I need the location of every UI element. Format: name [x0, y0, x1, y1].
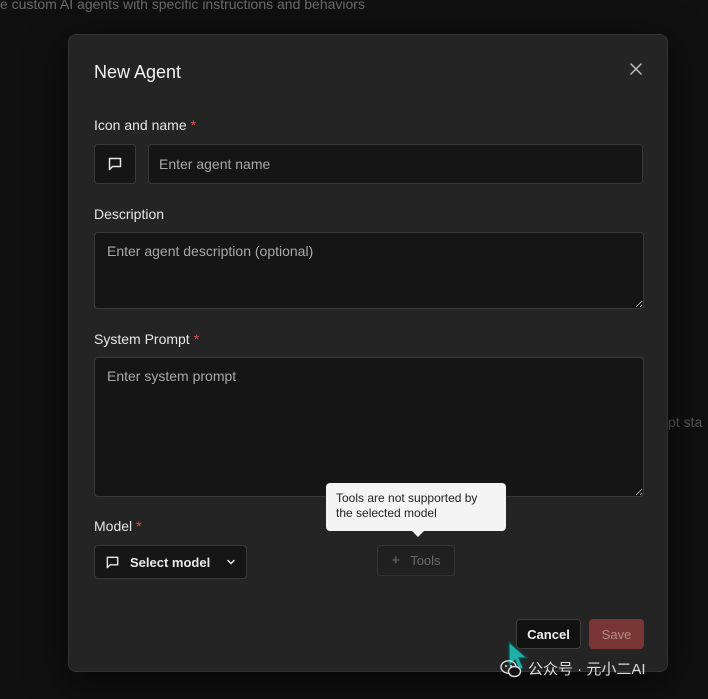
message-square-icon [108, 157, 122, 171]
description-textarea[interactable] [94, 232, 644, 309]
model-select[interactable]: Select model [94, 545, 247, 579]
tools-tooltip: Tools are not supported by the selected … [326, 483, 506, 537]
close-button[interactable] [626, 59, 646, 79]
tools-label: Tools [410, 553, 441, 568]
background-side-text: pt sta [668, 414, 703, 430]
model-label-text: Model [94, 518, 133, 534]
chevron-down-icon [227, 559, 235, 565]
required-mark: * [193, 331, 200, 347]
new-agent-dialog: New Agent Icon and name* Description Sys… [68, 34, 668, 672]
plus-icon: + [391, 552, 401, 569]
icon-name-label-text: Icon and name [94, 117, 187, 133]
system-prompt-label-text: System Prompt [94, 331, 190, 347]
watermark: 公众号 · 元小二AI [500, 658, 646, 679]
system-prompt-textarea[interactable] [94, 357, 644, 497]
agent-name-input[interactable] [148, 144, 643, 184]
watermark-text: 公众号 · 元小二AI [528, 661, 646, 678]
message-square-icon [106, 556, 119, 568]
description-label: Description [94, 206, 165, 222]
tools-button[interactable]: + Tools [377, 545, 455, 576]
required-mark: * [190, 117, 197, 133]
required-mark: * [136, 518, 142, 534]
save-button[interactable]: Save [589, 619, 644, 649]
background-subtitle: e custom AI agents with specific instruc… [0, 0, 365, 12]
tooltip-text: Tools are not supported by the selected … [336, 491, 478, 520]
model-select-label: Select model [130, 554, 211, 570]
system-prompt-label: System Prompt * [94, 331, 199, 347]
icon-name-label: Icon and name * [94, 117, 196, 133]
wechat-icon [500, 659, 522, 677]
dialog-title: New Agent [94, 62, 182, 82]
agent-icon-picker[interactable] [94, 144, 136, 184]
close-icon [630, 63, 642, 75]
model-label: Model * [94, 518, 142, 534]
tooltip-arrow [412, 531, 424, 537]
